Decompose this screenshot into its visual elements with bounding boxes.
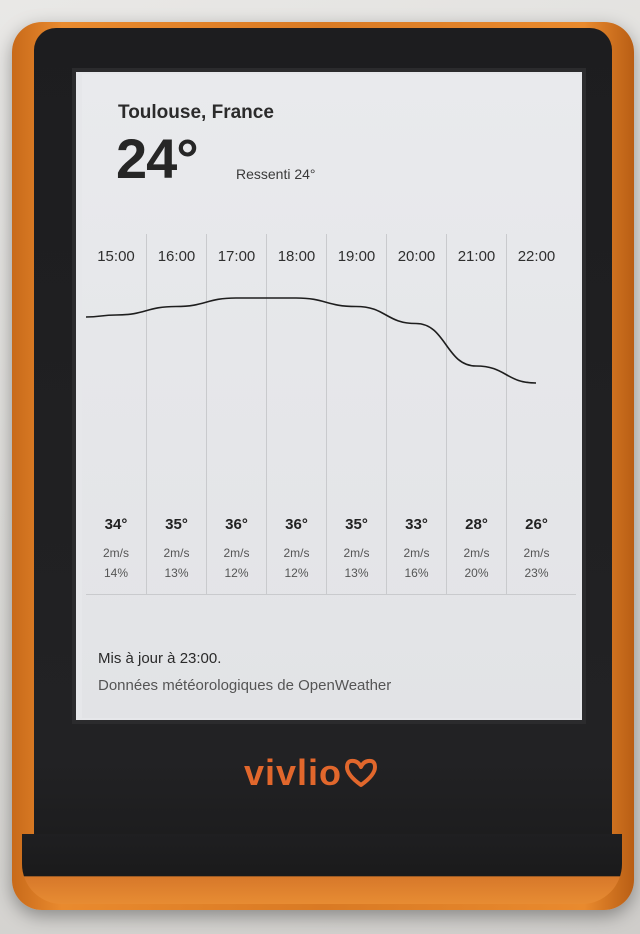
- eink-screen: Toulouse, France 24° Ressenti 24° 15:00 3…: [72, 68, 586, 724]
- forecast-divider: [86, 594, 576, 595]
- heart-check-icon: [345, 758, 378, 787]
- current-temperature: 24°: [116, 127, 199, 190]
- brand-logo: vivlio: [244, 752, 378, 794]
- updated-label: Mis à jour à 23:00.: [98, 650, 222, 667]
- device-bottom: [22, 834, 622, 904]
- brand-name: vivlio: [244, 752, 343, 793]
- location-title: Toulouse, France: [118, 102, 274, 123]
- data-source-label: Données météorologiques de OpenWeather: [98, 677, 392, 694]
- weather-app: Toulouse, France 24° Ressenti 24° 15:00 3…: [82, 74, 580, 718]
- temperature-curve: [85, 297, 537, 384]
- feels-like-label: Ressenti 24°: [236, 166, 316, 182]
- temperature-line: [85, 297, 537, 384]
- hourly-forecast: 15:00 34° 2m/s 14% 16:00 35° 2m/s 13% 17:00 36° 2m…: [85, 234, 574, 594]
